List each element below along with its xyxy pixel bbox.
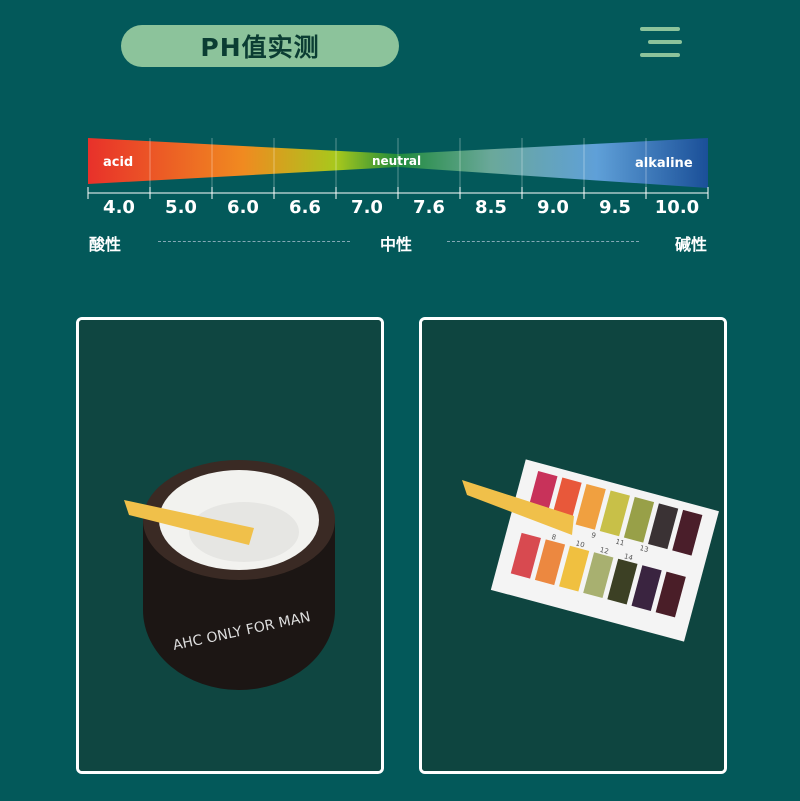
neutral-category: 中性 [380,235,413,254]
tick-label: 4.0 [103,197,135,218]
tick-label: 6.0 [227,197,259,218]
tick-label: 7.6 [413,197,445,218]
tick-label: 5.0 [165,197,197,218]
cream-jar-photo: AHC ONLY FOR MAN [76,317,384,774]
ph-chart-photo: 7 9 11 13 8 10 12 14 [419,317,727,774]
acid-category: 酸性 [89,235,122,254]
tick-label: 9.5 [599,197,631,218]
alkaline-category: 碱性 [675,235,708,254]
tick-label: 6.6 [289,197,321,218]
tick-label: 8.5 [475,197,507,218]
acid-label: acid [103,155,133,170]
neutral-label: neutral [372,154,421,168]
divider [158,241,350,242]
tick-label: 7.0 [351,197,383,218]
divider [447,241,639,242]
alkaline-label: alkaline [635,156,693,171]
tick-label: 10.0 [654,197,700,218]
ph-scale-bar: acid neutral alkaline [87,138,709,199]
tick-label: 9.0 [537,197,569,218]
